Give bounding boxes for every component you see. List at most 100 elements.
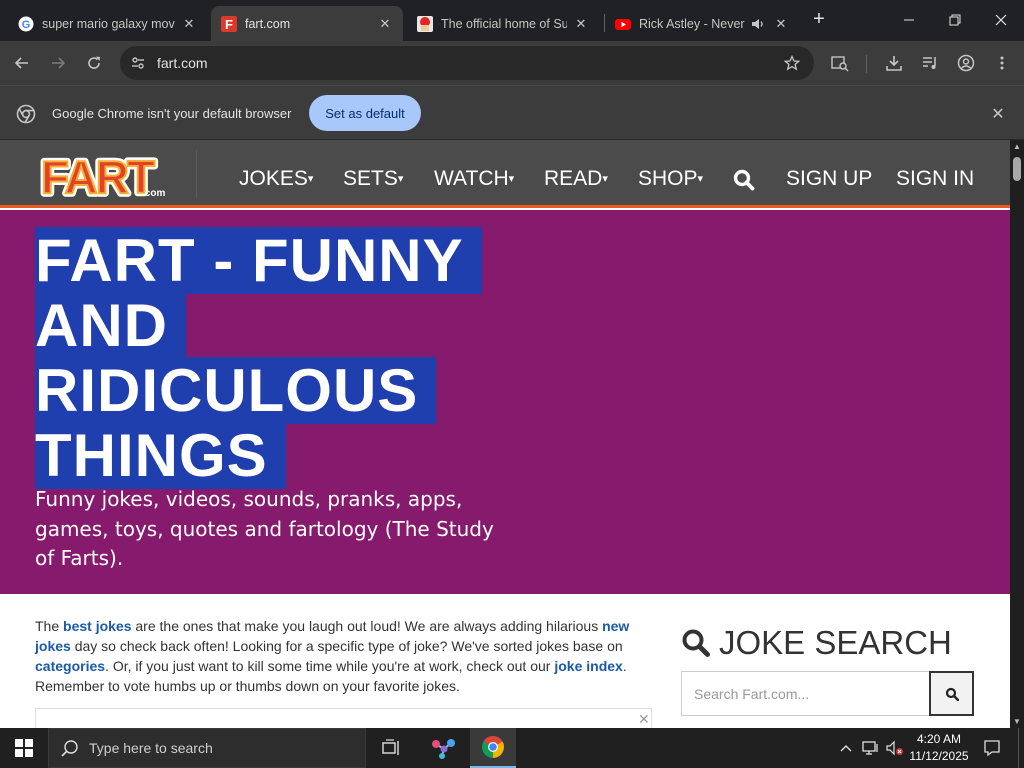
tab-fart-com[interactable]: F fart.com ✕: [211, 6, 403, 41]
nav-sets[interactable]: SETS▾: [343, 167, 403, 191]
joke-index-link[interactable]: joke index: [554, 658, 622, 674]
new-tab-button[interactable]: +: [808, 9, 830, 31]
chevron-down-icon: ▾: [508, 173, 515, 185]
start-button[interactable]: [0, 728, 48, 768]
tray-overflow-chevron-icon[interactable]: [836, 728, 856, 768]
site-info-icon[interactable]: [128, 53, 148, 73]
intro-text: day so check back often! Looking for a s…: [70, 638, 623, 654]
sign-in-link[interactable]: SIGN IN: [896, 167, 974, 191]
taskbar-search-box[interactable]: Type here to search: [48, 728, 366, 768]
hero-title: FART - FUNNY AND RIDICULOUS THINGS: [35, 227, 505, 489]
intro-paragraph: The best jokes are the ones that make yo…: [35, 616, 640, 696]
hero-subtitle: Funny jokes, videos, sounds, pranks, app…: [35, 487, 494, 570]
tab-mario-official[interactable]: The official home of Sup ✕: [407, 6, 599, 41]
chevron-down-icon: ▾: [397, 173, 404, 185]
back-button[interactable]: [8, 49, 36, 77]
volume-muted-icon[interactable]: [884, 728, 906, 768]
search-icon: [61, 740, 78, 757]
tab-close-icon[interactable]: ✕: [375, 14, 395, 34]
nav-shop[interactable]: SHOP▾: [638, 167, 703, 191]
reload-icon: [88, 56, 100, 69]
bookmark-star-icon[interactable]: [782, 53, 802, 73]
task-view-button[interactable]: [369, 728, 415, 768]
hero-banner: FART - FUNNY AND RIDICULOUS THINGS Funny…: [0, 210, 1010, 594]
set-as-default-button[interactable]: Set as default: [309, 95, 421, 131]
screen: G super mario galaxy mov ✕ F fart.com ✕ …: [0, 0, 1024, 768]
nav-jokes[interactable]: JOKES▾: [239, 167, 313, 191]
chevron-down-icon: ▾: [602, 173, 608, 185]
tab-search-button[interactable]: [826, 49, 854, 77]
chrome-icon: [16, 104, 36, 124]
tab-rick-astley[interactable]: Rick Astley - Never ✕: [605, 6, 800, 41]
scroll-down-arrow-icon[interactable]: ▼: [1013, 717, 1021, 726]
nav-label: SHOP: [638, 167, 698, 190]
audio-playing-icon[interactable]: [751, 16, 767, 32]
page-scrollbar[interactable]: ▲ ▼: [1010, 140, 1024, 728]
restore-icon: [949, 14, 961, 26]
hero-title-line: AND: [35, 292, 186, 359]
toolbar-divider: [866, 55, 867, 73]
tab-title: The official home of Sup: [441, 16, 567, 31]
minimize-button[interactable]: [886, 0, 932, 40]
google-icon: G: [18, 16, 34, 32]
tab-close-icon[interactable]: ✕: [771, 14, 791, 34]
chrome-menu-button[interactable]: [988, 49, 1016, 77]
categories-link[interactable]: categories: [35, 658, 105, 674]
nav-label: READ: [544, 167, 603, 190]
scrollbar-thumb[interactable]: [1013, 157, 1021, 181]
tab-strip: G super mario galaxy mov ✕ F fart.com ✕ …: [0, 0, 1024, 41]
infobar-close-icon[interactable]: ✕: [988, 104, 1008, 124]
infobar-message: Google Chrome isn't your default browser: [52, 106, 292, 121]
svg-text:F: F: [225, 17, 233, 32]
url-text[interactable]: fart.com: [157, 55, 208, 71]
close-window-button[interactable]: [978, 0, 1024, 40]
windows-logo-icon: [15, 739, 33, 757]
close-icon: [995, 14, 1007, 26]
fart-logo[interactable]: FART FART .com: [38, 148, 168, 207]
tab-title: super mario galaxy mov: [42, 16, 175, 31]
address-bar[interactable]: fart.com: [120, 46, 814, 80]
joke-search-button[interactable]: [929, 671, 974, 716]
minimize-icon: [904, 19, 914, 21]
back-arrow-icon: [14, 57, 28, 69]
tab-close-icon[interactable]: ✕: [571, 14, 591, 34]
nav-search-icon[interactable]: [733, 169, 755, 191]
scroll-up-arrow-icon[interactable]: ▲: [1013, 142, 1021, 151]
tab-close-icon[interactable]: ✕: [179, 14, 199, 34]
media-control-button[interactable]: [916, 49, 944, 77]
nav-read[interactable]: READ▾: [544, 167, 608, 191]
network-icon[interactable]: [860, 728, 882, 768]
intro-text: The: [35, 618, 64, 634]
header-divider: [196, 150, 197, 198]
clock-date: 11/12/2025: [909, 749, 969, 763]
reload-button[interactable]: [80, 49, 108, 77]
magnifier-icon: [682, 629, 710, 657]
default-browser-infobar: Google Chrome isn't your default browser…: [0, 85, 1024, 140]
restore-button[interactable]: [932, 0, 978, 40]
profile-button[interactable]: [952, 49, 980, 77]
nav-label: SETS: [343, 167, 398, 190]
system-clock[interactable]: 4:20 AM 11/12/2025: [906, 731, 972, 765]
taskbar-app-chrome[interactable]: [470, 728, 516, 768]
browser-toolbar: fart.com: [0, 41, 1024, 85]
task-view-icon: [382, 739, 399, 755]
joke-search-title: JOKE SEARCH: [719, 624, 952, 661]
sign-up-link[interactable]: SIGN UP: [786, 167, 872, 191]
intro-text: are the ones that make you laugh out lou…: [131, 618, 603, 634]
show-desktop-button[interactable]: [1018, 728, 1024, 768]
web-page: FART FART .com JOKES▾ SETS▾ WATCH▾ READ▾…: [0, 140, 1010, 728]
forward-arrow-icon: [52, 57, 66, 69]
profile-icon: [957, 54, 975, 72]
taskbar-app-molecule[interactable]: [420, 728, 466, 768]
svg-text:FART: FART: [41, 151, 155, 199]
nav-watch[interactable]: WATCH▾: [434, 167, 514, 191]
downloads-button[interactable]: [880, 49, 908, 77]
best-jokes-link[interactable]: best jokes: [63, 618, 131, 634]
notifications-icon[interactable]: [978, 728, 1006, 768]
clock-time: 4:20 AM: [916, 732, 962, 746]
joke-search-input[interactable]: [681, 671, 929, 716]
forward-button[interactable]: [44, 49, 72, 77]
chrome-app-icon: [482, 736, 504, 758]
tab-google-search[interactable]: G super mario galaxy mov ✕: [8, 6, 207, 41]
ad-close-icon[interactable]: ✕: [638, 711, 650, 728]
